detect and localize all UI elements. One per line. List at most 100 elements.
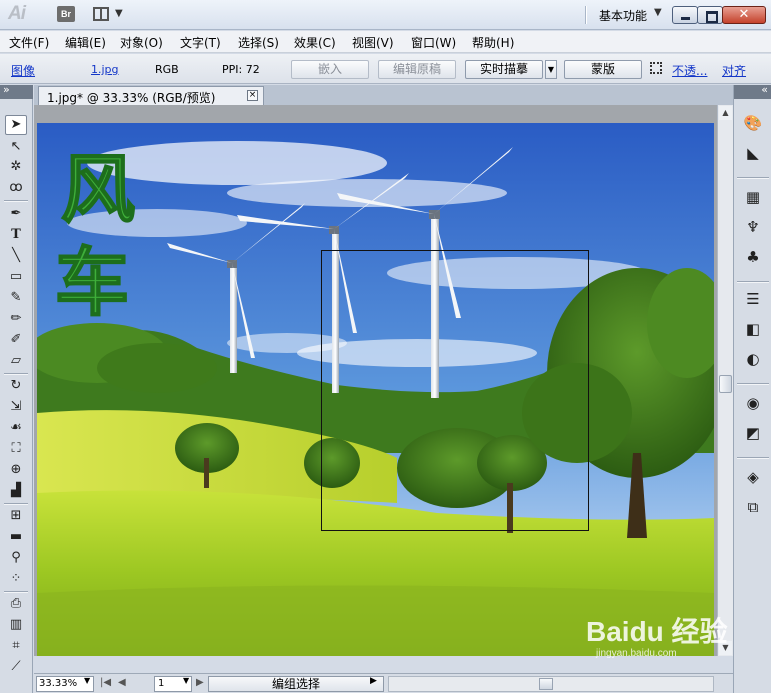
close-icon[interactable]: × <box>247 90 258 101</box>
scroll-up-icon[interactable]: ▲ <box>719 106 732 120</box>
brushes-panel-icon[interactable]: ♆ <box>742 217 764 237</box>
edit-original-button[interactable]: 编辑原稿 <box>378 60 456 79</box>
separator <box>4 200 28 202</box>
tools-panel-header[interactable] <box>0 83 33 99</box>
panel-dock-header[interactable] <box>734 83 771 99</box>
magic-wand-tool-icon[interactable]: ✲ <box>5 157 27 177</box>
menu-file[interactable]: 文件(F) <box>9 34 49 51</box>
stroke-panel-icon[interactable]: ☰ <box>742 289 764 309</box>
paintbrush-tool-icon[interactable]: ✎ <box>5 288 27 308</box>
separator <box>4 503 28 505</box>
next-artboard-icon[interactable]: ▶ <box>196 677 204 688</box>
pen-tool-icon[interactable]: ✒ <box>5 204 27 224</box>
ppi-label: PPI: 72 <box>222 63 260 76</box>
shape-builder-tool-icon[interactable]: ⊕ <box>5 460 27 480</box>
gradient-panel-icon[interactable]: ◧ <box>742 319 764 339</box>
separator <box>585 6 587 24</box>
menu-window[interactable]: 窗口(W) <box>411 34 456 51</box>
lasso-tool-icon[interactable]: ꝏ <box>5 178 27 198</box>
transparency-panel-icon[interactable]: ◐ <box>742 349 764 369</box>
arrange-grid-icon <box>93 7 109 21</box>
transform-icon[interactable] <box>650 62 662 74</box>
artboards-panel-icon[interactable]: ⧉ <box>742 497 764 517</box>
selection-bounding-box[interactable] <box>321 250 589 531</box>
trace-options-dropdown[interactable]: ▼ <box>545 60 557 79</box>
free-transform-tool-icon[interactable]: ⛶ <box>5 439 27 459</box>
color-guide-icon[interactable]: ◣ <box>742 143 764 163</box>
rectangle-tool-icon[interactable]: ▭ <box>5 267 27 287</box>
menu-effect[interactable]: 效果(C) <box>294 34 336 51</box>
document-tab-bar: 1.jpg* @ 33.33% (RGB/预览) × <box>34 85 733 105</box>
workspace-switcher[interactable]: 基本功能 <box>599 7 647 24</box>
menu-object[interactable]: 对象(O) <box>120 34 163 51</box>
scale-tool-icon[interactable]: ⇲ <box>5 397 27 417</box>
live-trace-button[interactable]: 实时描摹 <box>465 60 543 79</box>
blend-tool-icon[interactable]: ⁘ <box>5 569 27 589</box>
document-tab-title: 1.jpg* @ 33.33% (RGB/预览) <box>47 91 216 105</box>
line-tool-icon[interactable]: ╲ <box>5 246 27 266</box>
type-tool-icon[interactable]: T <box>5 225 27 245</box>
gradient-tool-icon[interactable]: ▬ <box>5 527 27 547</box>
menu-select[interactable]: 选择(S) <box>238 34 279 51</box>
appearance-panel-icon[interactable]: ◉ <box>742 393 764 413</box>
mesh-tool-icon[interactable]: ⊞ <box>5 506 27 526</box>
arrange-documents-button[interactable]: ▼ <box>93 6 127 24</box>
graphic-styles-panel-icon[interactable]: ◩ <box>742 423 764 443</box>
selection-tool-icon[interactable]: ➤ <box>5 115 27 135</box>
mask-button[interactable]: 蒙版 <box>564 60 642 79</box>
symbol-sprayer-tool-icon[interactable]: ⎙ <box>5 594 27 614</box>
file-link[interactable]: 1.jpg <box>91 63 119 76</box>
menu-help[interactable]: 帮助(H) <box>472 34 514 51</box>
align-link[interactable]: 对齐 <box>722 62 746 79</box>
graph-tool-icon[interactable]: ▟ <box>5 481 27 501</box>
status-menu-icon[interactable]: ▶ <box>370 676 377 686</box>
chevron-down-icon[interactable]: ▼ <box>84 676 90 685</box>
tab-document[interactable]: 1.jpg* @ 33.33% (RGB/预览) × <box>38 86 264 105</box>
menu-bar: 文件(F) 编辑(E) 对象(O) 文字(T) 选择(S) 效果(C) 视图(V… <box>0 31 771 53</box>
object-type-link[interactable]: 图像 <box>11 62 35 79</box>
vertical-scrollbar[interactable]: ▲ ▼ <box>717 105 733 656</box>
previous-artboard-icon[interactable]: ◀ <box>118 677 126 688</box>
color-panel-icon[interactable]: 🎨 <box>742 113 764 133</box>
artwork-title-char-2: 车 <box>55 240 129 326</box>
menu-view[interactable]: 视图(V) <box>352 34 394 51</box>
direct-selection-tool-icon[interactable]: ↖ <box>5 137 27 157</box>
blob-brush-tool-icon[interactable]: ✐ <box>5 330 27 350</box>
chevron-down-icon[interactable]: ▼ <box>654 7 662 18</box>
canvas-area[interactable]: 风 车 <box>34 105 717 656</box>
horizontal-scrollbar[interactable] <box>388 676 714 692</box>
scroll-thumb[interactable] <box>719 375 732 393</box>
status-bar: 33.33% ▼ |◀ ◀ 1 ▼ ▶ 编组选择 ▶ <box>34 673 733 693</box>
menu-edit[interactable]: 编辑(E) <box>65 34 106 51</box>
title-bar: Ai Br ▼ 基本功能 ▼ ✕ <box>0 0 771 30</box>
rotate-tool-icon[interactable]: ↻ <box>5 376 27 396</box>
menu-type[interactable]: 文字(T) <box>180 34 221 51</box>
status-text[interactable]: 编组选择 <box>208 676 384 692</box>
swatches-panel-icon[interactable]: ▦ <box>742 187 764 207</box>
artboard-tool-icon[interactable]: ⌗ <box>5 636 27 656</box>
scroll-thumb[interactable] <box>539 678 553 690</box>
first-artboard-icon[interactable]: |◀ <box>100 677 111 688</box>
panel-dock: 🎨 ◣ ▦ ♆ ♣ ☰ ◧ ◐ ◉ ◩ ◈ ⧉ <box>733 83 771 693</box>
chevron-down-icon[interactable]: ▼ <box>183 676 189 685</box>
minimize-button[interactable] <box>672 6 698 24</box>
eraser-tool-icon[interactable]: ▱ <box>5 351 27 371</box>
separator <box>737 177 769 179</box>
bridge-button[interactable]: Br <box>57 6 75 22</box>
pencil-tool-icon[interactable]: ✏ <box>5 309 27 329</box>
slice-tool-icon[interactable]: ⟋ <box>5 657 27 677</box>
separator <box>4 373 28 375</box>
separator <box>737 457 769 459</box>
chevron-down-icon: ▼ <box>115 8 123 19</box>
warp-tool-icon[interactable]: ☙ <box>5 418 27 438</box>
close-window-button[interactable]: ✕ <box>722 6 766 24</box>
embed-button[interactable]: 嵌入 <box>291 60 369 79</box>
column-graph-tool-icon[interactable]: ▥ <box>5 615 27 635</box>
opacity-link[interactable]: 不透... <box>672 62 707 79</box>
tools-panel: ➤ ↖ ✲ ꝏ ✒ T ╲ ▭ ✎ ✏ ✐ ▱ ↻ ⇲ ☙ ⛶ ⊕ ▟ ⊞ ▬ … <box>0 83 33 693</box>
eyedropper-tool-icon[interactable]: ⚲ <box>5 548 27 568</box>
layers-panel-icon[interactable]: ◈ <box>742 467 764 487</box>
app-logo: Ai <box>8 3 26 24</box>
symbols-panel-icon[interactable]: ♣ <box>742 247 764 267</box>
maximize-button[interactable] <box>697 6 723 24</box>
